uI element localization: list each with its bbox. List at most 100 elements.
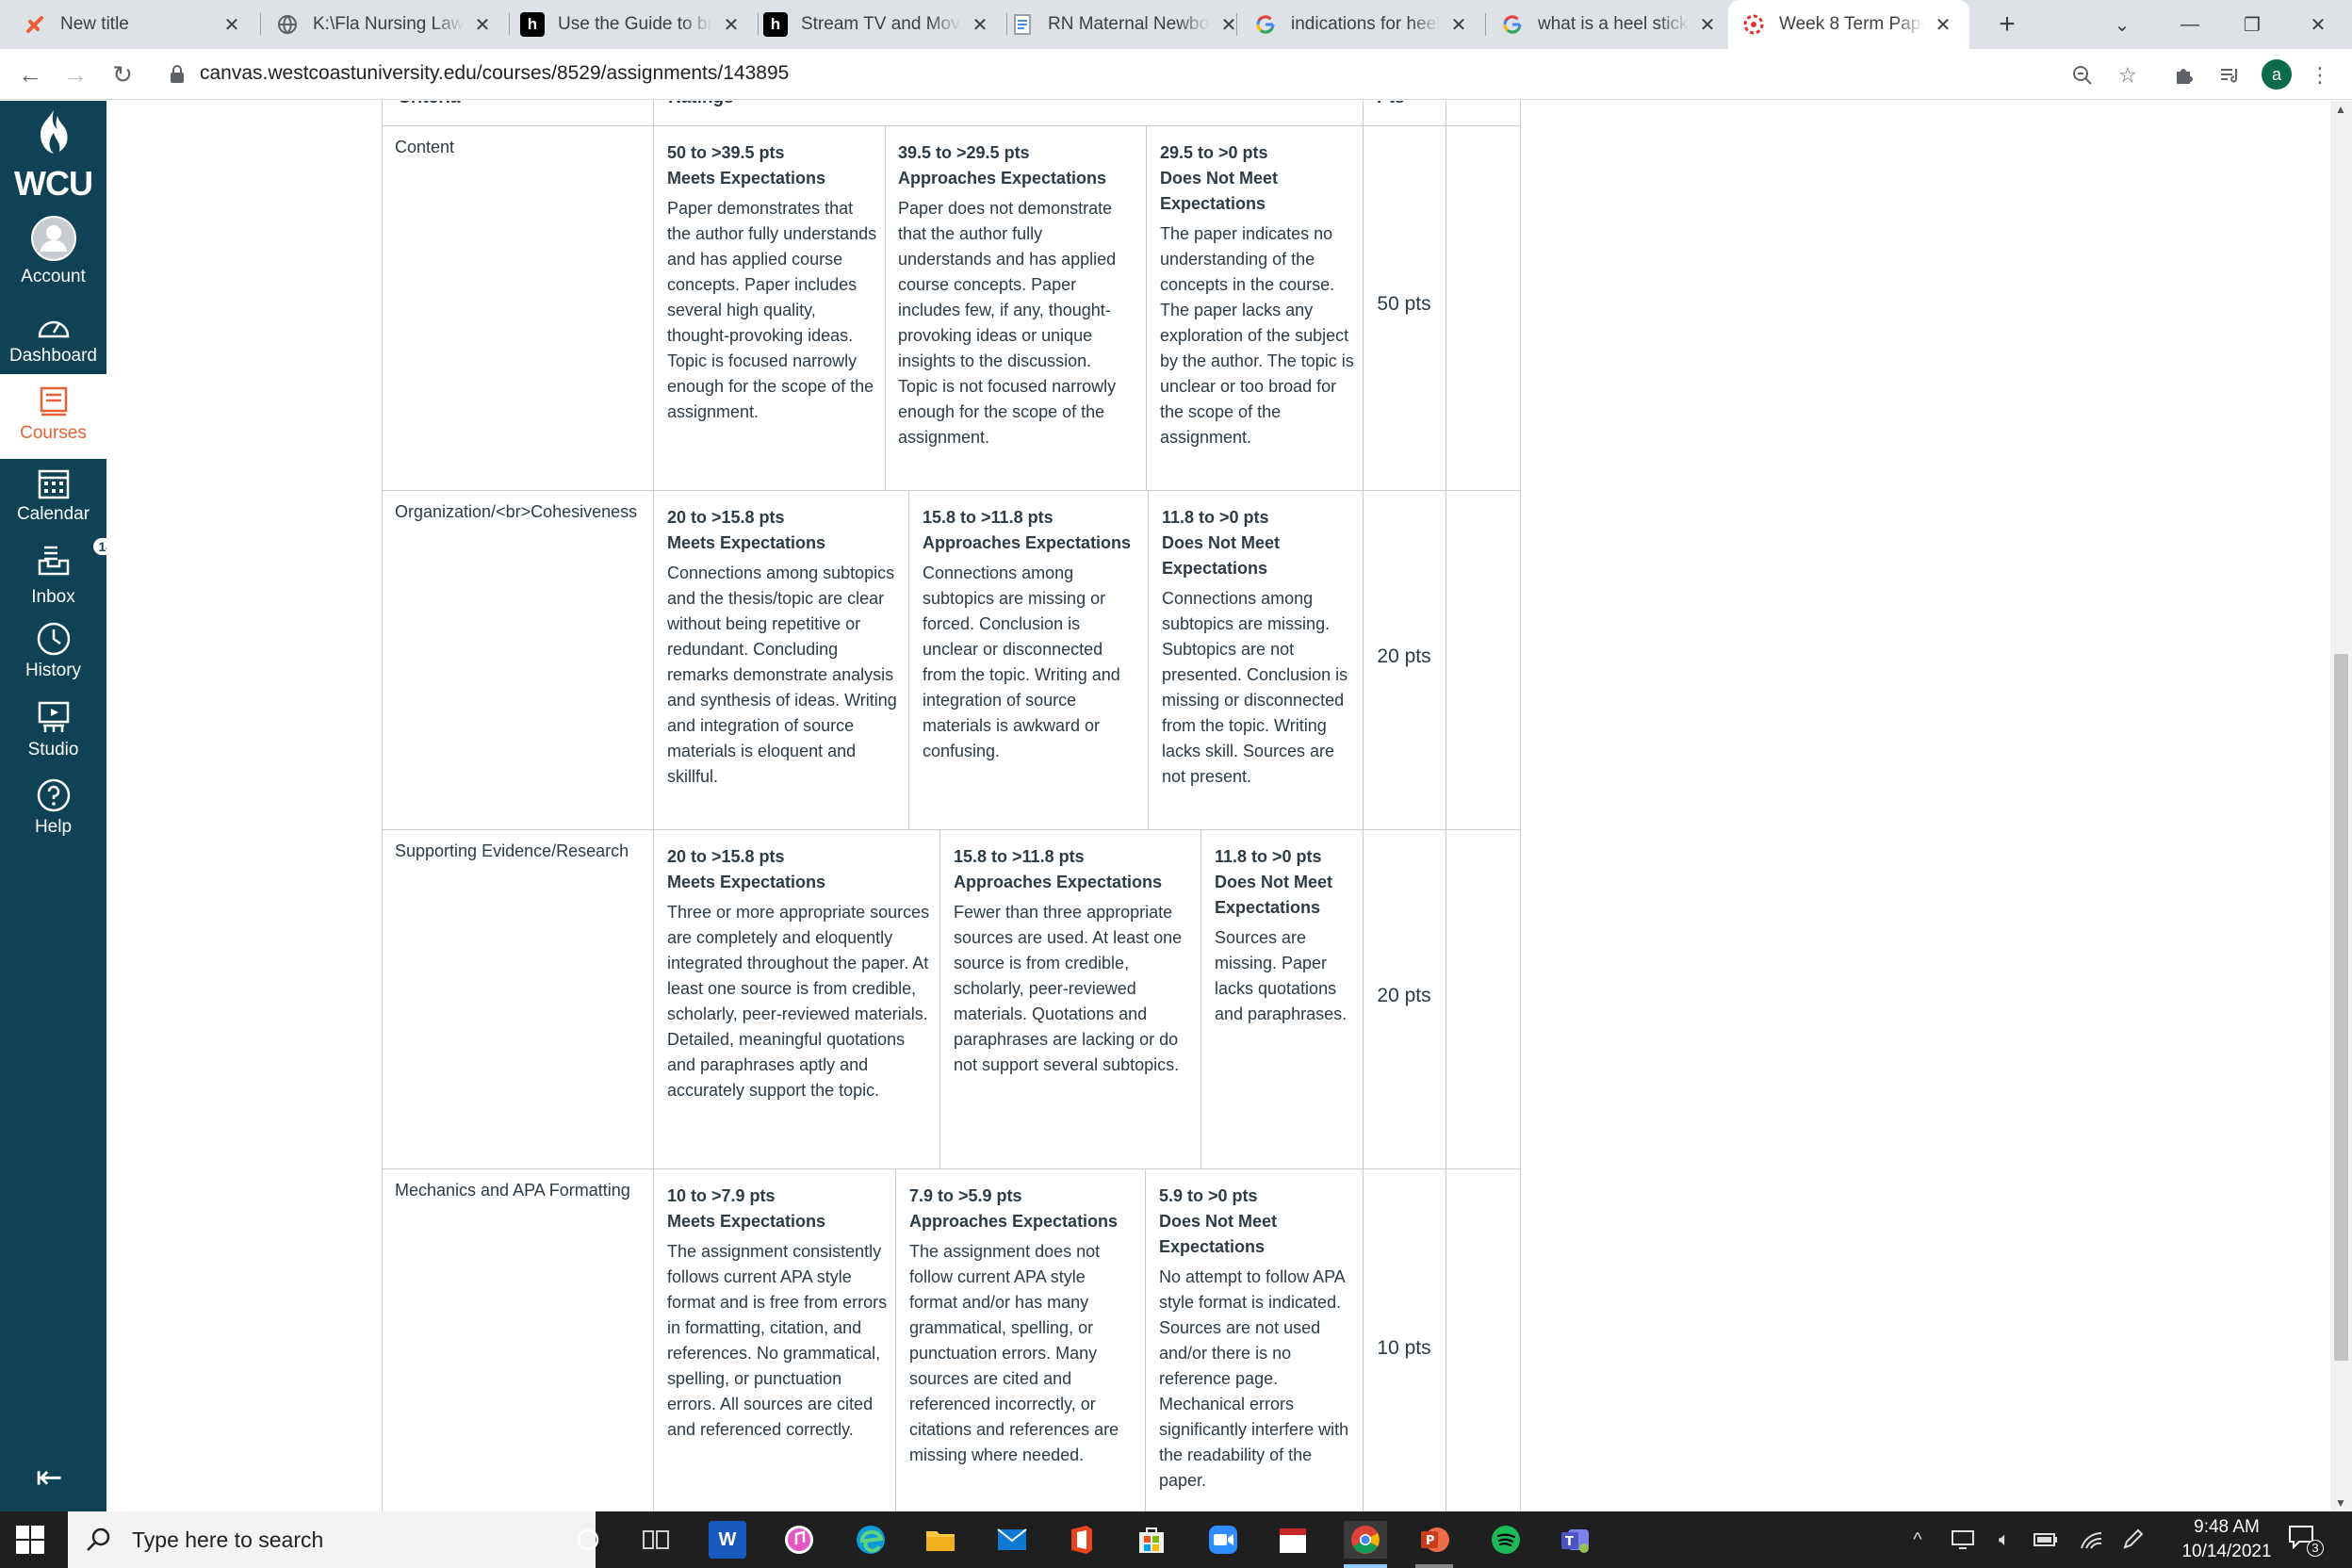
rating-cell[interactable]: 10 to >7.9 pts Meets Expectations The as… xyxy=(667,1184,890,1443)
pen-icon[interactable] xyxy=(2118,1527,2147,1553)
forward-icon[interactable]: → xyxy=(58,57,92,91)
itunes-icon[interactable] xyxy=(780,1521,818,1559)
chrome-icon[interactable] xyxy=(1344,1521,1387,1559)
scroll-up-icon[interactable]: ▲ xyxy=(2335,103,2346,116)
rating-points: 20 to >15.8 pts xyxy=(667,508,785,527)
calendar-app-icon[interactable] xyxy=(1274,1521,1312,1559)
wcu-logo[interactable]: WCU xyxy=(0,106,106,204)
dashboard-icon xyxy=(38,320,69,338)
reload-icon[interactable]: ↻ xyxy=(106,57,139,91)
wifi-icon[interactable] xyxy=(2077,1527,2105,1553)
mail-icon[interactable] xyxy=(993,1521,1031,1559)
rating-cell[interactable]: 50 to >39.5 pts Meets Expectations Paper… xyxy=(667,140,879,425)
display-icon[interactable] xyxy=(1949,1527,1977,1553)
media-control-icon[interactable] xyxy=(2214,60,2245,90)
browser-tab[interactable]: what is a heel stick - ✕ xyxy=(1487,0,1734,49)
new-tab-button[interactable]: + xyxy=(1990,8,2024,41)
active-app-indicator xyxy=(1344,1564,1387,1568)
nav-history[interactable]: History xyxy=(0,621,106,681)
rating-divider xyxy=(1148,490,1149,829)
rating-cell[interactable]: 20 to >15.8 pts Meets Expectations Conne… xyxy=(667,505,903,790)
close-tab-icon[interactable]: ✕ xyxy=(469,11,496,38)
chrome-menu-icon[interactable]: ⋮ xyxy=(2305,60,2335,90)
close-tab-icon[interactable]: ✕ xyxy=(219,11,245,38)
profile-avatar[interactable]: a xyxy=(2262,59,2292,90)
rating-points: 15.8 to >11.8 pts xyxy=(923,508,1054,527)
browser-tab[interactable]: indications for heel s ✕ xyxy=(1238,0,1485,49)
show-hidden-icons[interactable]: ^ xyxy=(1903,1527,1932,1553)
taskbar-clock[interactable]: 9:48 AM 10/14/2021 xyxy=(2156,1515,2297,1564)
edge-icon[interactable] xyxy=(852,1521,890,1559)
browser-tab[interactable]: h Stream TV and Movi ✕ xyxy=(760,0,1006,49)
bookmark-star-icon[interactable]: ☆ xyxy=(2113,60,2143,90)
close-tab-icon[interactable]: ✕ xyxy=(718,11,744,38)
nav-calendar[interactable]: Calendar xyxy=(0,459,106,525)
page-scrollbar[interactable]: ▲ ▼ xyxy=(2330,101,2352,1511)
store-icon[interactable] xyxy=(1133,1521,1170,1559)
canvas-favicon xyxy=(23,12,47,37)
restore-button[interactable]: ❐ xyxy=(2233,6,2271,43)
volume-icon[interactable]: 🔈︎ xyxy=(1990,1527,2018,1553)
teams-icon[interactable]: T xyxy=(1557,1521,1594,1559)
browser-tab[interactable]: RN Maternal Newbo ✕ xyxy=(1008,0,1255,49)
extensions-icon[interactable] xyxy=(2169,60,2199,90)
task-view-icon[interactable] xyxy=(637,1521,675,1559)
rating-points: 11.8 to >0 pts xyxy=(1162,508,1269,527)
rating-description: The assignment consistently follows curr… xyxy=(667,1242,888,1439)
spotify-icon[interactable] xyxy=(1487,1521,1525,1559)
word-icon[interactable]: W xyxy=(709,1521,746,1559)
close-window-button[interactable]: ✕ xyxy=(2299,6,2337,43)
back-icon[interactable]: ← xyxy=(13,57,47,91)
h-favicon: h xyxy=(520,12,545,37)
browser-tab-active[interactable]: Week 8 Term Paper ✕ xyxy=(1728,0,1969,49)
office-icon[interactable] xyxy=(1063,1521,1101,1559)
rating-points: 50 to >39.5 pts xyxy=(667,143,785,162)
rating-cell[interactable]: 15.8 to >11.8 pts Approaches Expectation… xyxy=(923,505,1139,764)
zoom-icon[interactable] xyxy=(2067,60,2098,90)
nav-courses[interactable]: Courses xyxy=(0,374,106,459)
rating-cell[interactable]: 20 to >15.8 pts Meets Expectations Three… xyxy=(667,844,931,1103)
windows-start-icon[interactable] xyxy=(15,1525,45,1555)
cortana-icon[interactable] xyxy=(569,1521,607,1559)
minimize-button[interactable]: — xyxy=(2171,6,2209,43)
rating-cell[interactable]: 29.5 to >0 pts Does Not Meet Expectation… xyxy=(1160,140,1358,450)
rating-cell[interactable]: 11.8 to >0 pts Does Not Meet Expectation… xyxy=(1215,844,1356,1027)
criterion-name: Supporting Evidence/Research xyxy=(395,841,629,860)
battery-icon[interactable] xyxy=(2032,1527,2060,1553)
rating-cell[interactable]: 11.8 to >0 pts Does Not Meet Expectation… xyxy=(1162,505,1360,790)
rating-cell[interactable]: 5.9 to >0 pts Does Not Meet Expectations… xyxy=(1159,1184,1359,1494)
tab-search-icon[interactable]: ⌄ xyxy=(2103,6,2141,43)
criterion-name: Organization/<br>Cohesiveness xyxy=(395,502,638,521)
rating-cell[interactable]: 7.9 to >5.9 pts Approaches Expectations … xyxy=(909,1184,1135,1468)
collapse-nav-icon[interactable]: ⇤ xyxy=(36,1459,63,1496)
notification-center-icon[interactable]: 3 xyxy=(2288,1525,2326,1557)
courses-icon xyxy=(40,386,67,416)
tab-title: Week 8 Term Paper xyxy=(1779,14,1924,34)
nav-studio[interactable]: Studio xyxy=(0,700,106,760)
close-tab-icon[interactable]: ✕ xyxy=(1694,11,1721,38)
powerpoint-icon[interactable]: P xyxy=(1415,1521,1453,1559)
browser-tab[interactable]: New title ✕ xyxy=(0,0,258,49)
nav-help[interactable]: Help xyxy=(0,777,106,838)
browser-tab[interactable]: h Use the Guide to bro ✕ xyxy=(511,0,758,49)
browser-tab[interactable]: K:\Fla Nursing Law M ✕ xyxy=(262,0,509,49)
scrollbar-thumb[interactable] xyxy=(2334,654,2348,1361)
close-tab-icon[interactable]: ✕ xyxy=(1446,11,1472,38)
h-favicon: h xyxy=(763,12,788,37)
rating-label: Meets Expectations xyxy=(667,873,826,891)
close-tab-icon[interactable]: ✕ xyxy=(967,11,993,38)
rating-cell[interactable]: 39.5 to >29.5 pts Approaches Expectation… xyxy=(898,140,1129,450)
file-explorer-icon[interactable] xyxy=(922,1521,959,1559)
taskbar-search-box[interactable]: Type here to search xyxy=(68,1511,596,1568)
svg-text:T: T xyxy=(1565,1535,1574,1549)
nav-dashboard[interactable]: Dashboard xyxy=(0,310,106,367)
scroll-down-icon[interactable]: ▼ xyxy=(2335,1496,2346,1510)
address-bar-url[interactable]: canvas.westcoastuniversity.edu/courses/8… xyxy=(200,62,789,85)
rating-cell[interactable]: 15.8 to >11.8 pts Approaches Expectation… xyxy=(954,844,1191,1078)
close-tab-icon[interactable]: ✕ xyxy=(1930,11,1956,38)
zoom-app-icon[interactable] xyxy=(1204,1521,1242,1559)
nav-account[interactable]: Account xyxy=(0,214,106,287)
nav-inbox[interactable]: 14 Inbox xyxy=(0,538,120,608)
lock-icon[interactable] xyxy=(170,65,185,84)
rating-divider xyxy=(908,490,909,829)
